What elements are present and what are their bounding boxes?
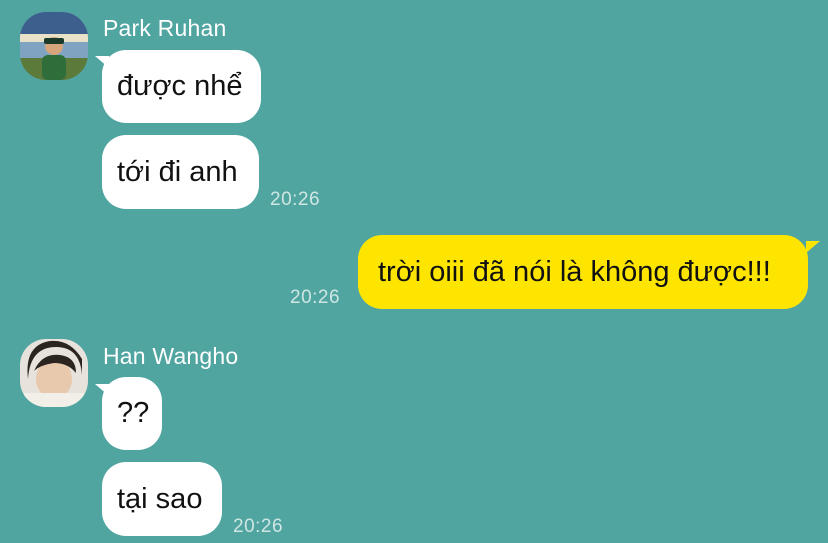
- message-bubble[interactable]: tới đi anh: [102, 135, 259, 209]
- avatar-park-ruhan[interactable]: [20, 12, 88, 80]
- message-bubble[interactable]: ??: [102, 377, 162, 450]
- message-text: ??: [117, 397, 150, 429]
- message-timestamp: 20:26: [270, 189, 321, 210]
- message-bubble-outgoing[interactable]: trời oiii đã nói là không được!!!: [358, 235, 808, 309]
- message-timestamp: 20:26: [290, 287, 341, 308]
- message-bubble[interactable]: được nhể: [102, 50, 261, 123]
- sender-name: Park Ruhan: [103, 15, 227, 41]
- message-text: được nhể: [117, 70, 243, 102]
- avatar-han-wangho[interactable]: [20, 339, 88, 407]
- bubble-tail: [806, 241, 820, 253]
- message-text: tại sao: [117, 482, 203, 515]
- profile-photo-icon: [20, 12, 88, 80]
- message-timestamp: 20:26: [233, 516, 284, 537]
- sender-name: Han Wangho: [103, 343, 239, 369]
- profile-photo-icon: [20, 339, 88, 407]
- message-text: trời oiii đã nói là không được!!!: [378, 255, 771, 288]
- message-bubble[interactable]: tại sao: [102, 462, 222, 536]
- message-text: tới đi anh: [117, 155, 238, 188]
